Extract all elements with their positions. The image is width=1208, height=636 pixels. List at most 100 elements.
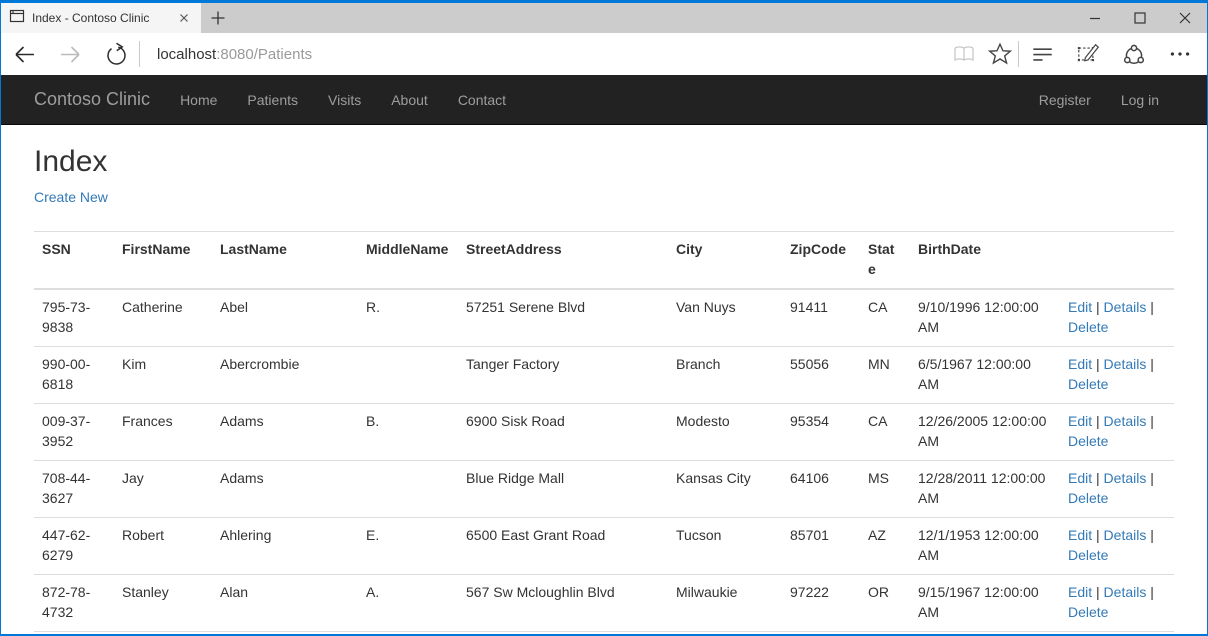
cell-zip-code: 55056 bbox=[782, 346, 860, 403]
edit-link[interactable]: Edit bbox=[1068, 584, 1092, 600]
forward-icon[interactable] bbox=[47, 33, 93, 75]
browser-tab[interactable]: Index - Contoso Clinic bbox=[1, 3, 201, 33]
details-link[interactable]: Details bbox=[1104, 584, 1147, 600]
edit-link[interactable]: Edit bbox=[1068, 299, 1092, 315]
cell-actions: Edit | Details | Delete bbox=[1060, 403, 1174, 460]
patients-table: SSNFirstNameLastNameMiddleNameStreetAddr… bbox=[34, 231, 1174, 634]
details-link[interactable]: Details bbox=[1104, 527, 1147, 543]
cell-ssn: 990-00-6818 bbox=[34, 346, 114, 403]
nav-link-home[interactable]: Home bbox=[165, 75, 232, 125]
cell-birth-date: 9/10/1996 12:00:00 AM bbox=[910, 289, 1060, 346]
delete-link[interactable]: Delete bbox=[1068, 490, 1108, 506]
cell-zip-code: 82901 bbox=[782, 631, 860, 634]
minimize-icon[interactable] bbox=[1072, 3, 1117, 33]
cell-state: OR bbox=[860, 574, 910, 631]
cell-middle-name: B. bbox=[358, 403, 458, 460]
table-row: 872-78-4732StanleyAlanA.567 Sw Mcloughli… bbox=[34, 574, 1174, 631]
details-link[interactable]: Details bbox=[1104, 413, 1147, 429]
cell-middle-name bbox=[358, 346, 458, 403]
edit-link[interactable]: Edit bbox=[1068, 470, 1092, 486]
action-separator: | bbox=[1092, 527, 1103, 543]
delete-link[interactable]: Delete bbox=[1068, 604, 1108, 620]
cell-actions: Edit | Details | Delete bbox=[1060, 517, 1174, 574]
cell-street-address: 6900 Sisk Road bbox=[458, 403, 668, 460]
refresh-icon[interactable] bbox=[93, 33, 139, 75]
delete-link[interactable]: Delete bbox=[1068, 376, 1108, 392]
col-header-streetaddress: StreetAddress bbox=[458, 232, 668, 289]
details-link[interactable]: Details bbox=[1104, 356, 1147, 372]
action-separator: | bbox=[1092, 356, 1103, 372]
hub-lines-icon[interactable] bbox=[1019, 33, 1065, 75]
table-row: 795-73-9838CatherineAbelR.57251 Serene B… bbox=[34, 289, 1174, 346]
nav-link-about[interactable]: About bbox=[376, 75, 443, 125]
cell-middle-name: R. bbox=[358, 289, 458, 346]
edit-link[interactable]: Edit bbox=[1068, 527, 1092, 543]
cell-state: CA bbox=[860, 403, 910, 460]
share-icon[interactable] bbox=[1111, 33, 1157, 75]
cell-first-name: Kim bbox=[114, 346, 212, 403]
cell-first-name: Stanley bbox=[114, 574, 212, 631]
cell-zip-code: 85701 bbox=[782, 517, 860, 574]
cell-birth-date: 12/1/1953 12:00:00 AM bbox=[910, 517, 1060, 574]
toolbar-right-group bbox=[946, 33, 1207, 75]
cell-last-name: Alan bbox=[212, 574, 358, 631]
cell-state: CA bbox=[860, 289, 910, 346]
cell-zip-code: 97222 bbox=[782, 574, 860, 631]
details-link[interactable]: Details bbox=[1104, 470, 1147, 486]
delete-link[interactable]: Delete bbox=[1068, 433, 1108, 449]
edit-link[interactable]: Edit bbox=[1068, 413, 1092, 429]
cell-state: MS bbox=[860, 460, 910, 517]
cell-middle-name bbox=[358, 460, 458, 517]
more-ellipsis-icon[interactable] bbox=[1157, 33, 1203, 75]
edit-link[interactable]: Edit bbox=[1068, 356, 1092, 372]
nav-link-contact[interactable]: Contact bbox=[443, 75, 521, 125]
cell-first-name: Paul bbox=[114, 631, 212, 634]
cell-middle-name: E. bbox=[358, 517, 458, 574]
cell-state: MN bbox=[860, 346, 910, 403]
web-note-pen-icon[interactable] bbox=[1065, 33, 1111, 75]
cell-street-address: Tanger Factory bbox=[458, 346, 668, 403]
brand-link[interactable]: Contoso Clinic bbox=[34, 89, 165, 110]
cell-city: Rock Springs bbox=[668, 631, 782, 634]
titlebar: Index - Contoso Clinic bbox=[1, 3, 1207, 33]
cell-ssn: 795-73-9838 bbox=[34, 289, 114, 346]
nav-link-register[interactable]: Register bbox=[1024, 75, 1106, 125]
details-link[interactable]: Details bbox=[1104, 299, 1147, 315]
tab-close-icon[interactable] bbox=[175, 9, 193, 27]
nav-link-patients[interactable]: Patients bbox=[232, 75, 313, 125]
table-row: 708-44-3627JayAdamsBlue Ridge MallKansas… bbox=[34, 460, 1174, 517]
cell-last-name: Abercrombie bbox=[212, 346, 358, 403]
cell-city: Van Nuys bbox=[668, 289, 782, 346]
cell-actions: Edit | Details | Delete bbox=[1060, 289, 1174, 346]
cell-middle-name: L. bbox=[358, 631, 458, 634]
close-icon[interactable] bbox=[1162, 3, 1207, 33]
cell-ssn: 898-79-8701 bbox=[34, 631, 114, 634]
nav-link-log-in[interactable]: Log in bbox=[1106, 75, 1174, 125]
delete-link[interactable]: Delete bbox=[1068, 547, 1108, 563]
delete-link[interactable]: Delete bbox=[1068, 319, 1108, 335]
cell-birth-date: 12/28/2011 12:00:00 AM bbox=[910, 460, 1060, 517]
cell-city: Milwaukie bbox=[668, 574, 782, 631]
maximize-icon[interactable] bbox=[1117, 3, 1162, 33]
col-header-birthdate: BirthDate bbox=[910, 232, 1060, 289]
action-separator: | bbox=[1146, 356, 1154, 372]
action-separator: | bbox=[1092, 413, 1103, 429]
action-separator: | bbox=[1092, 470, 1103, 486]
page-icon bbox=[9, 8, 25, 29]
page-content: Index Create New SSNFirstNameLastNameMid… bbox=[1, 125, 1207, 634]
patients-table-body: 795-73-9838CatherineAbelR.57251 Serene B… bbox=[34, 289, 1174, 634]
favorites-star-icon[interactable] bbox=[982, 33, 1018, 75]
col-header-middlename: MiddleName bbox=[358, 232, 458, 289]
navbar-links: HomePatientsVisitsAboutContact bbox=[165, 75, 521, 124]
cell-last-name: Adams bbox=[212, 403, 358, 460]
address-bar[interactable]: localhost:8080/Patients bbox=[140, 33, 946, 75]
table-row: 898-79-8701PaulAlcornL.White Mountain Ma… bbox=[34, 631, 1174, 634]
page-title: Index bbox=[34, 145, 1174, 179]
back-icon[interactable] bbox=[1, 33, 47, 75]
reading-view-book-icon[interactable] bbox=[946, 33, 982, 75]
table-row: 009-37-3952FrancesAdamsB.6900 Sisk RoadM… bbox=[34, 403, 1174, 460]
new-tab-button[interactable] bbox=[201, 3, 235, 33]
create-new-link[interactable]: Create New bbox=[34, 189, 108, 205]
cell-city: Tucson bbox=[668, 517, 782, 574]
nav-link-visits[interactable]: Visits bbox=[313, 75, 376, 125]
